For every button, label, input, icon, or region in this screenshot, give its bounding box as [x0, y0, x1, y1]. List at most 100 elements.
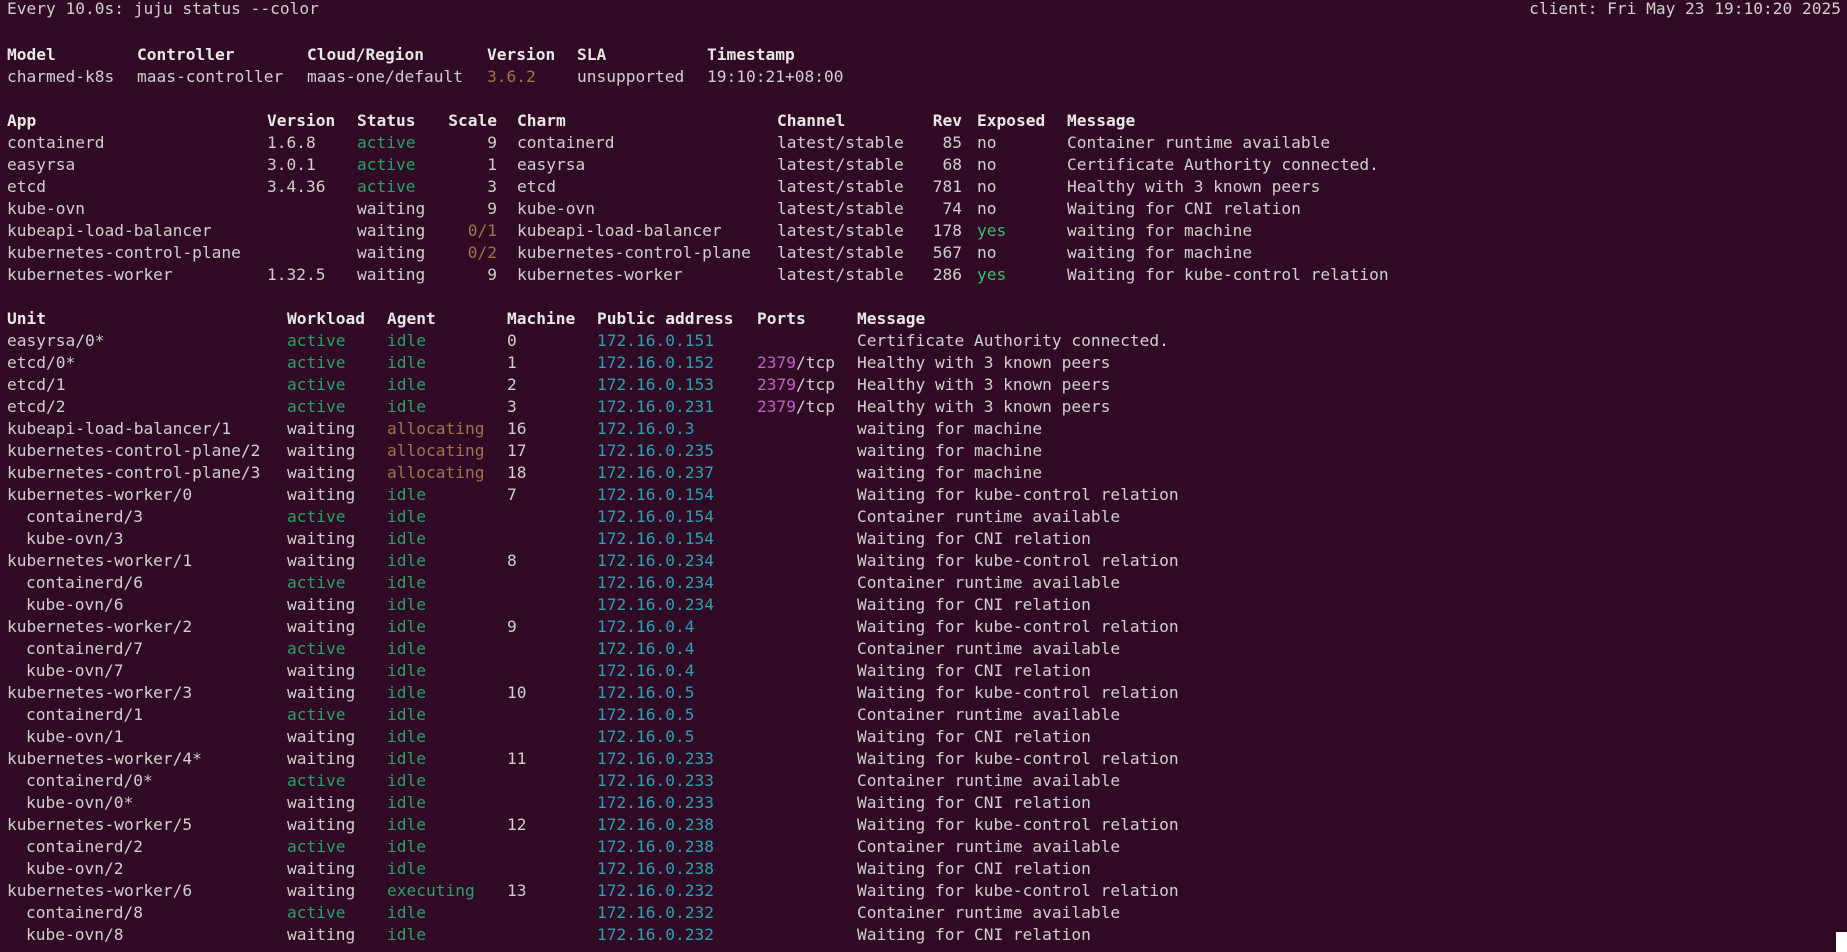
unit-agent: idle [387, 705, 426, 724]
unit-message: Waiting for kube-control relation [857, 683, 1179, 702]
col-machine: Machine [507, 309, 576, 328]
unit-row: kubernetes-worker/0 waiting idle 7 172.16.0.… [7, 484, 1847, 506]
app-scale: 0/2 [467, 243, 497, 262]
unit-address: 172.16.0.4 [597, 661, 695, 680]
unit-workload: active [287, 353, 346, 372]
unit-workload: active [287, 639, 346, 658]
col-sla: SLA [577, 45, 607, 64]
unit-machine: 1 [507, 353, 517, 372]
unit-name: kubernetes-worker/3 [7, 683, 193, 702]
terminal-cursor [1836, 932, 1847, 952]
subordinate-unit-row: containerd/6 active idle 172.16.0.234 Contai… [7, 572, 1847, 594]
unit-agent: idle [387, 793, 426, 812]
unit-machine: 16 [507, 419, 527, 438]
unit-message: Waiting for kube-control relation [857, 617, 1179, 636]
unit-address: 172.16.0.232 [597, 881, 714, 900]
unit-table-body: easyrsa/0* active idle 0 172.16.0.151 Certifi… [7, 330, 1847, 946]
unit-name: kube-ovn/0* [26, 793, 134, 812]
unit-name: containerd/8 [26, 903, 143, 922]
unit-message: Container runtime available [857, 507, 1121, 526]
col-ports: Ports [757, 309, 806, 328]
unit-agent: idle [387, 683, 426, 702]
app-rev: 68 [942, 155, 963, 174]
app-version: 3.4.36 [267, 177, 326, 196]
col-rev: Rev [932, 111, 962, 130]
app-name: etcd [7, 177, 46, 196]
unit-message: Waiting for kube-control relation [857, 815, 1179, 834]
unit-workload: active [287, 507, 346, 526]
unit-workload: waiting [287, 661, 356, 680]
unit-address: 172.16.0.238 [597, 837, 714, 856]
unit-address: 172.16.0.4 [597, 617, 695, 636]
unit-workload: active [287, 705, 346, 724]
unit-agent: allocating [387, 441, 485, 460]
unit-agent: idle [387, 529, 426, 548]
app-charm: easyrsa [517, 155, 586, 174]
unit-machine: 10 [507, 683, 527, 702]
unit-address: 172.16.0.231 [597, 397, 714, 416]
unit-name: kube-ovn/7 [26, 661, 124, 680]
unit-row: kubernetes-control-plane/3 waiting allocat… [7, 462, 1847, 484]
unit-machine: 12 [507, 815, 527, 834]
app-message: Waiting for CNI relation [1067, 199, 1301, 218]
app-status: waiting [357, 265, 426, 284]
col-unit: Unit [7, 309, 46, 328]
app-message: Certificate Authority connected. [1067, 155, 1379, 174]
app-name: kubernetes-control-plane [7, 243, 241, 262]
app-name: kube-ovn [7, 199, 85, 218]
subordinate-unit-row: kube-ovn/8 waiting idle 172.16.0.232 Waiting… [7, 924, 1847, 946]
app-row: kube-ovn waiting 9 kube-ovn latest/stable 74 n… [7, 198, 1847, 220]
subordinate-unit-row: kube-ovn/6 waiting idle 172.16.0.234 Waiting… [7, 594, 1847, 616]
unit-agent: idle [387, 353, 426, 372]
model-table-header: Model Controller Cloud/Region Version SL… [7, 44, 1847, 66]
unit-workload: waiting [287, 419, 356, 438]
unit-message: waiting for machine [857, 441, 1043, 460]
unit-message: Waiting for kube-control relation [857, 485, 1179, 504]
app-charm: etcd [517, 177, 556, 196]
unit-machine: 13 [507, 881, 527, 900]
app-version: 3.0.1 [267, 155, 316, 174]
subordinate-unit-row: kube-ovn/1 waiting idle 172.16.0.5 Waiting f… [7, 726, 1847, 748]
unit-address: 172.16.0.234 [597, 551, 714, 570]
unit-machine: 8 [507, 551, 517, 570]
app-channel: latest/stable [777, 155, 904, 174]
unit-name: kubernetes-worker/4* [7, 749, 202, 768]
app-status: active [357, 133, 416, 152]
unit-row: kubernetes-worker/1 waiting idle 8 172.16.0.… [7, 550, 1847, 572]
app-row: containerd 1.6.8 active 9 containerd latest/s… [7, 132, 1847, 154]
app-exposed: no [977, 155, 997, 174]
unit-address: 172.16.0.154 [597, 507, 714, 526]
app-name: kubeapi-load-balancer [7, 221, 212, 240]
app-exposed: no [977, 177, 997, 196]
app-exposed: no [977, 133, 997, 152]
unit-name: containerd/3 [26, 507, 143, 526]
col-version: Version [267, 111, 336, 130]
unit-workload: waiting [287, 551, 356, 570]
unit-address: 172.16.0.232 [597, 925, 714, 944]
subordinate-unit-row: containerd/3 active idle 172.16.0.154 Contai… [7, 506, 1847, 528]
unit-name: kubernetes-worker/5 [7, 815, 193, 834]
unit-name: kube-ovn/3 [26, 529, 124, 548]
app-status: active [357, 155, 416, 174]
unit-workload: waiting [287, 925, 356, 944]
unit-row: kubernetes-worker/2 waiting idle 9 172.16.0.… [7, 616, 1847, 638]
col-controller: Controller [137, 45, 235, 64]
app-status: waiting [357, 243, 426, 262]
unit-machine: 2 [507, 375, 517, 394]
app-name: easyrsa [7, 155, 76, 174]
sla-value: unsupported [577, 67, 685, 86]
unit-address: 172.16.0.154 [597, 485, 714, 504]
app-channel: latest/stable [777, 265, 904, 284]
col-app: App [7, 111, 37, 130]
col-model: Model [7, 45, 56, 64]
app-scale: 1 [487, 155, 497, 174]
unit-workload: waiting [287, 441, 356, 460]
unit-row: kubernetes-worker/6 waiting executing 13 172… [7, 880, 1847, 902]
terminal[interactable]: Every 10.0s: juju status --color client:… [7, 0, 1847, 946]
unit-workload: waiting [287, 815, 356, 834]
unit-workload: active [287, 573, 346, 592]
unit-workload: waiting [287, 859, 356, 878]
